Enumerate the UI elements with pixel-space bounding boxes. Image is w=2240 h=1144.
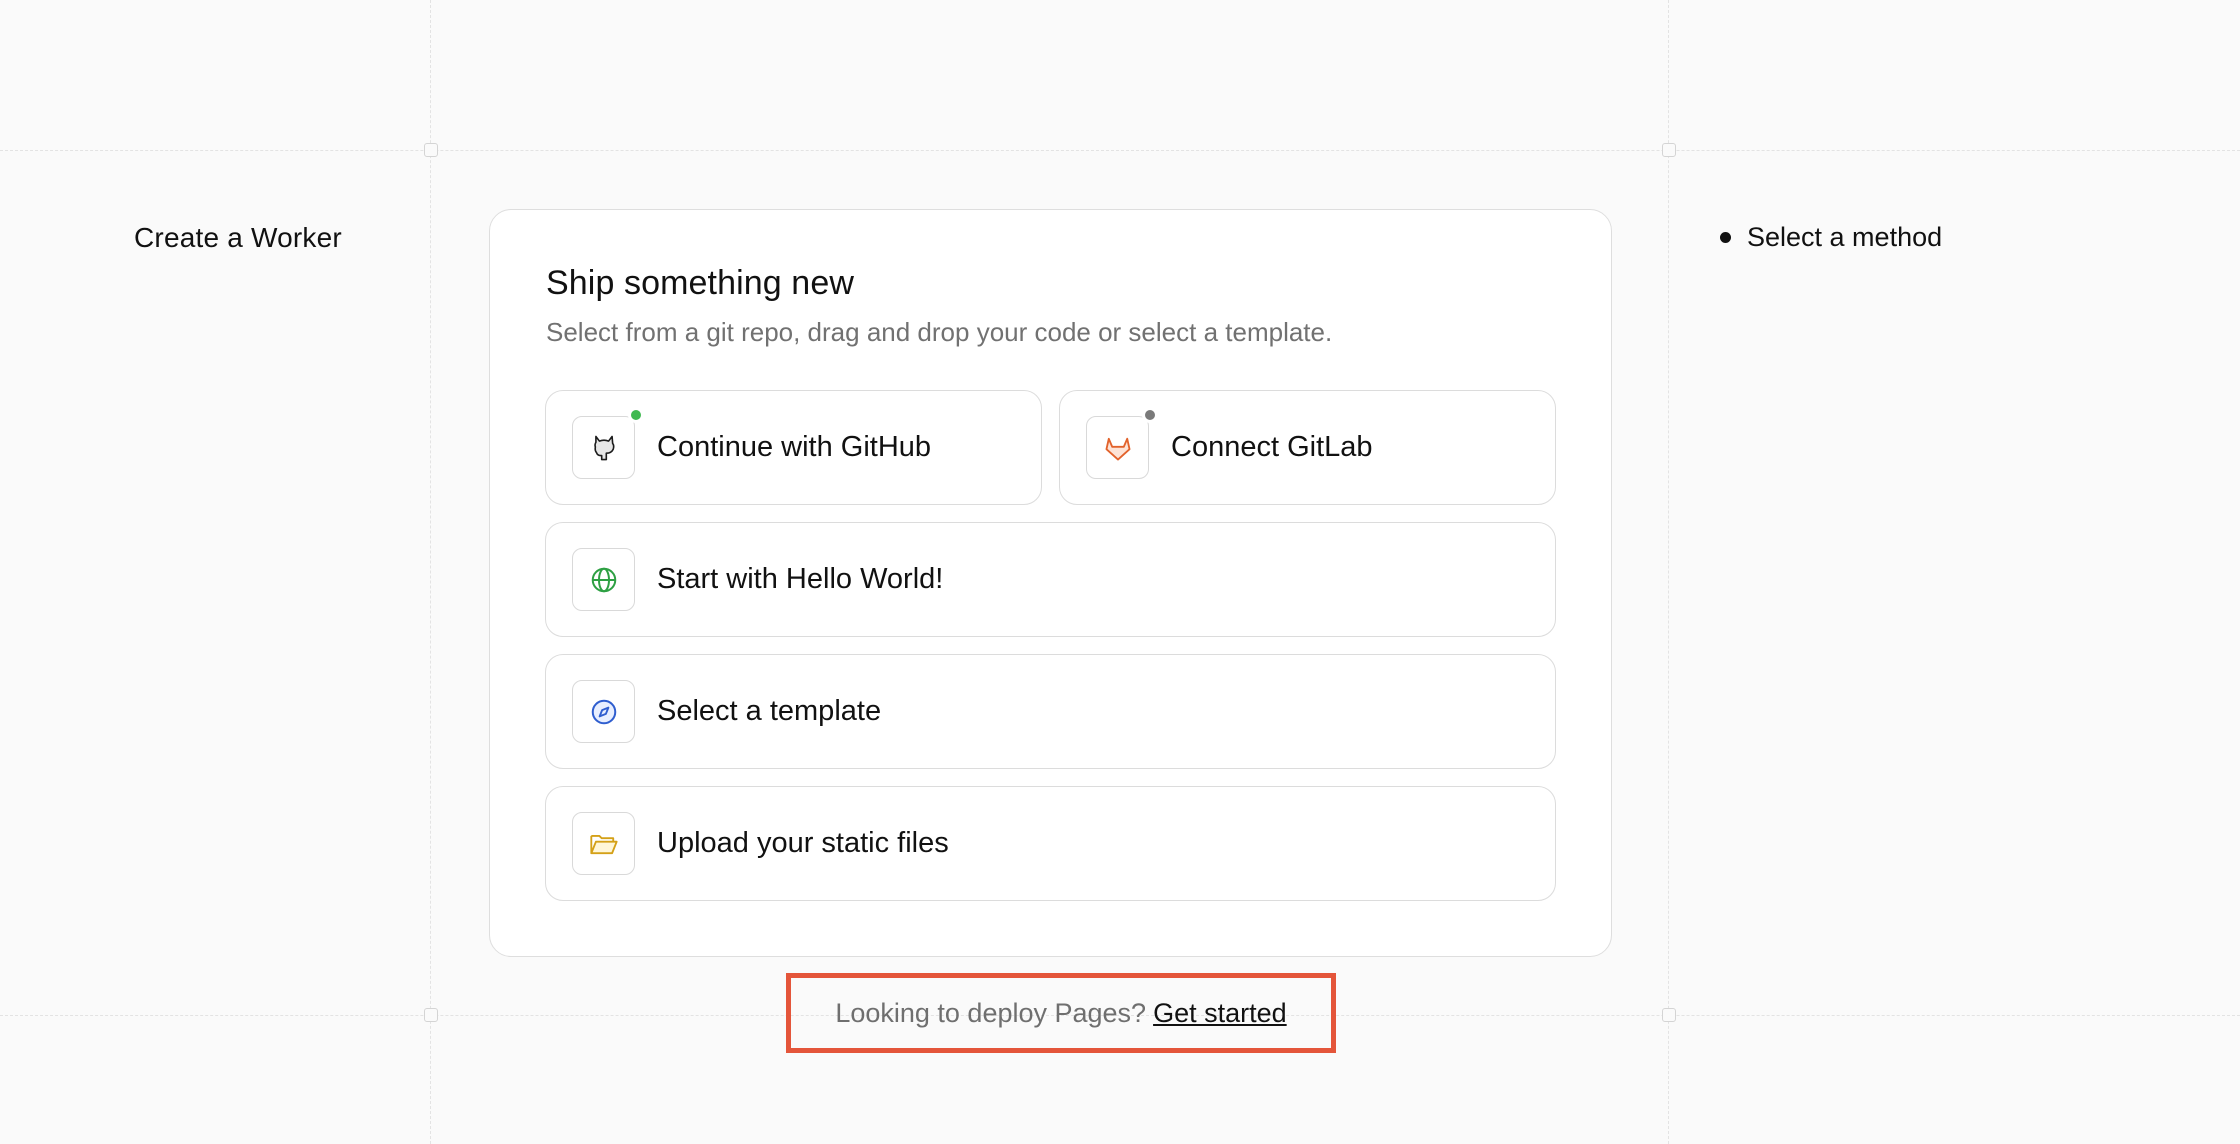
corner-handle	[424, 143, 438, 157]
github-label: Continue with GitHub	[657, 431, 932, 463]
continue-with-github-button[interactable]: Continue with GitHub	[545, 390, 1042, 505]
options-row: Continue with GitHub Connect GitLab	[545, 390, 1556, 505]
connected-status-dot	[628, 407, 644, 423]
hello-world-label: Start with Hello World!	[657, 563, 944, 595]
card-subtitle: Select from a git repo, drag and drop yo…	[546, 317, 1333, 347]
stepper: Select a method	[1720, 222, 1942, 253]
corner-handle	[1662, 143, 1676, 157]
upload-label: Upload your static files	[657, 827, 949, 859]
disconnected-status-dot	[1142, 407, 1158, 423]
select-template-button[interactable]: Select a template	[545, 654, 1556, 769]
guide-line-left	[430, 0, 431, 1144]
gitlab-icon	[1105, 437, 1130, 460]
guide-line-right	[1668, 0, 1669, 1144]
gitlab-icon-box	[1086, 407, 1158, 479]
get-started-link[interactable]: Get started	[1153, 998, 1287, 1029]
globe-icon-box	[572, 548, 635, 611]
options-row: Upload your static files	[545, 786, 1556, 901]
template-label: Select a template	[657, 695, 882, 727]
corner-handle	[1662, 1008, 1676, 1022]
pages-prompt-text: Looking to deploy Pages?	[835, 997, 1147, 1028]
page-title: Create a Worker	[134, 222, 342, 253]
folder-icon	[589, 834, 618, 854]
upload-static-files-button[interactable]: Upload your static files	[545, 786, 1556, 901]
pages-prompt: Looking to deploy Pages? Get started	[786, 973, 1336, 1053]
compass-icon	[591, 699, 616, 724]
folder-icon-box	[572, 812, 635, 875]
card-title: Ship something new	[546, 264, 854, 302]
step-label: Select a method	[1747, 222, 1943, 252]
ship-card: Ship something new Select from a git rep…	[489, 209, 1612, 957]
method-options: Continue with GitHub Connect GitLab Star…	[545, 390, 1556, 918]
guide-line-top	[0, 150, 2240, 151]
hello-world-button[interactable]: Start with Hello World!	[545, 522, 1556, 637]
corner-handle	[424, 1008, 438, 1022]
compass-icon-box	[572, 680, 635, 743]
globe-icon	[591, 567, 616, 592]
connect-gitlab-button[interactable]: Connect GitLab	[1059, 390, 1556, 505]
options-row: Start with Hello World!	[545, 522, 1556, 637]
github-icon	[593, 435, 614, 460]
gitlab-label: Connect GitLab	[1171, 431, 1373, 463]
page-canvas: Create a Worker Select a method Ship som…	[0, 0, 2240, 1144]
github-icon-box	[572, 407, 644, 479]
options-row: Select a template	[545, 654, 1556, 769]
step-bullet	[1720, 232, 1731, 243]
